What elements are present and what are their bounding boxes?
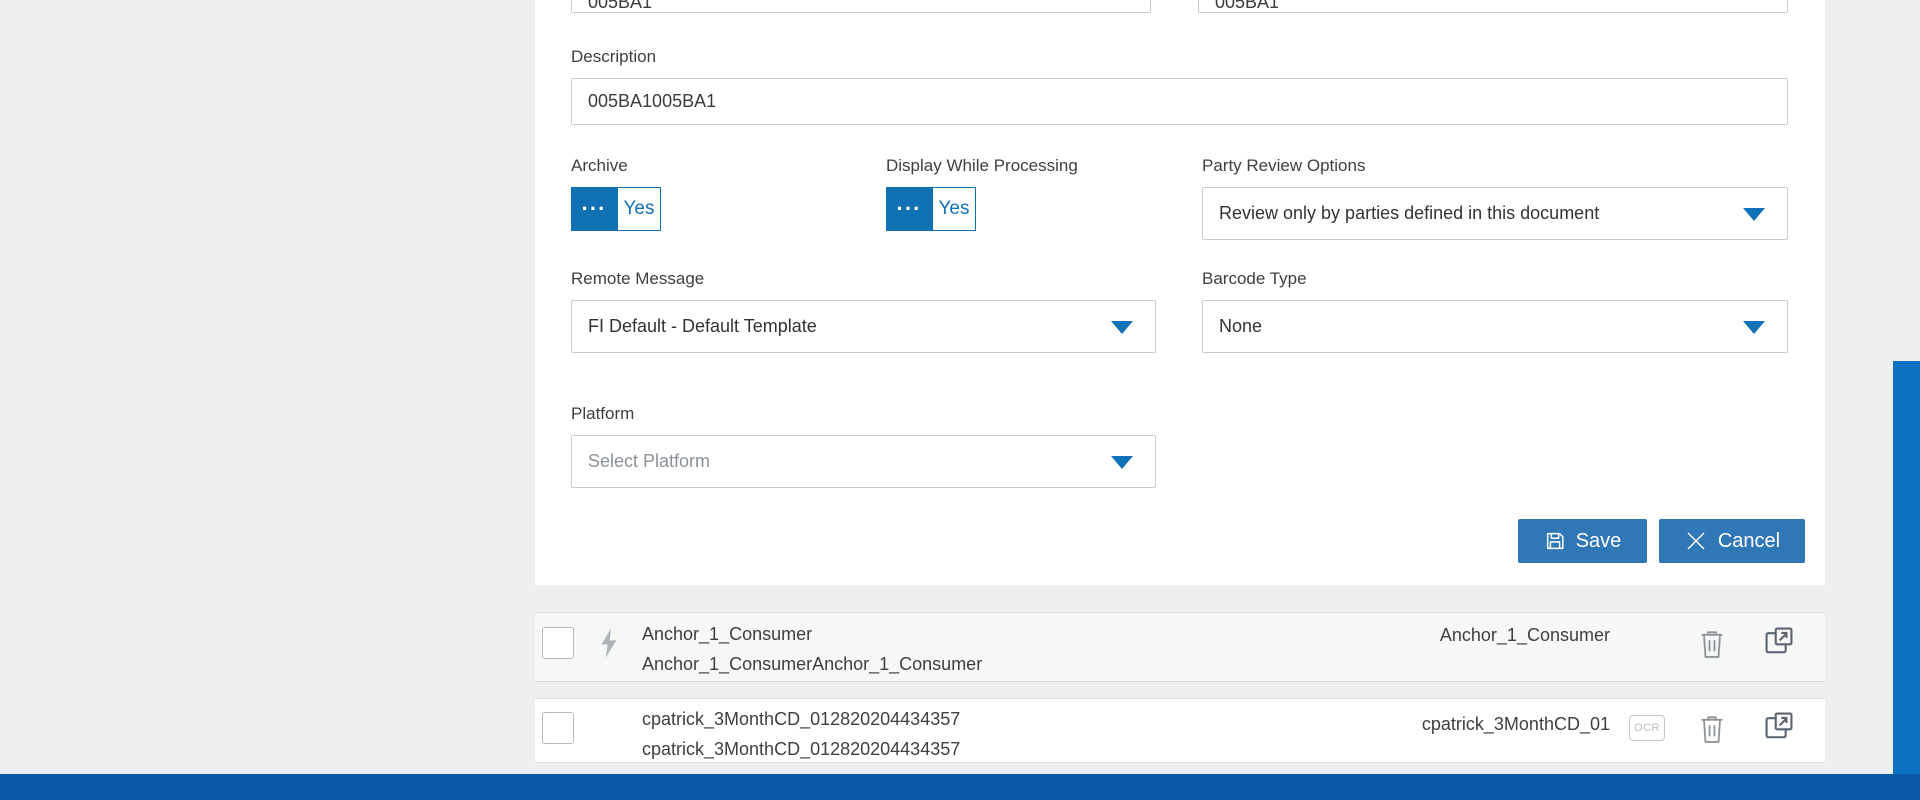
save-button-label: Save bbox=[1575, 529, 1622, 552]
description-input[interactable]: 005BA1005BA1 bbox=[571, 78, 1788, 125]
party-review-options-label: Party Review Options bbox=[1202, 156, 1366, 175]
remote-message-value: FI Default - Default Template bbox=[588, 316, 817, 336]
lightning-icon bbox=[601, 628, 617, 658]
description-input-value: 005BA1005BA1 bbox=[588, 91, 717, 111]
display-while-processing-label: Display While Processing bbox=[886, 156, 1078, 175]
display-name-input[interactable]: 005BA1 bbox=[1198, 0, 1788, 13]
chevron-down-icon bbox=[1743, 207, 1765, 221]
name-input-value: 005BA1 bbox=[588, 0, 653, 12]
save-button[interactable]: Save bbox=[1518, 519, 1647, 563]
barcode-type-value: None bbox=[1219, 316, 1263, 336]
ellipsis-icon: ··· bbox=[571, 187, 617, 231]
table-row: Anchor_1_Consumer Anchor_1_ConsumerAncho… bbox=[535, 612, 1825, 682]
table-row: cpatrick_3MonthCD_012820204434357 cpatri… bbox=[535, 698, 1825, 763]
barcode-type-dropdown[interactable]: None bbox=[1202, 300, 1788, 353]
document-right-name: cpatrick_3MonthCD_01 bbox=[1421, 714, 1610, 734]
chevron-down-icon bbox=[1111, 455, 1133, 469]
platform-dropdown[interactable]: Select Platform bbox=[571, 435, 1156, 488]
document-subname: cpatrick_3MonthCD_012820204434357 bbox=[642, 739, 961, 759]
display-name-input-value: 005BA1 bbox=[1215, 0, 1280, 12]
remote-message-dropdown[interactable]: FI Default - Default Template bbox=[571, 300, 1156, 353]
archive-label: Archive bbox=[571, 156, 628, 175]
ocr-icon: OCR bbox=[1629, 715, 1665, 741]
document-subname: Anchor_1_ConsumerAnchor_1_Consumer bbox=[642, 654, 983, 674]
barcode-type-label: Barcode Type bbox=[1202, 269, 1307, 288]
close-icon bbox=[1687, 532, 1705, 550]
right-accent-strip bbox=[1893, 361, 1920, 774]
party-review-options-value: Review only by parties defined in this d… bbox=[1219, 203, 1600, 223]
save-icon bbox=[1546, 532, 1564, 550]
trash-icon[interactable] bbox=[1697, 628, 1727, 663]
document-name: Anchor_1_Consumer bbox=[642, 624, 813, 644]
open-document-icon[interactable] bbox=[1762, 709, 1796, 746]
ellipsis-icon: ··· bbox=[886, 187, 932, 231]
description-label: Description bbox=[571, 47, 657, 66]
display-while-processing-toggle[interactable]: ··· Yes bbox=[886, 187, 976, 231]
platform-label: Platform bbox=[571, 404, 635, 423]
chevron-down-icon bbox=[1743, 320, 1765, 334]
cancel-button[interactable]: Cancel bbox=[1659, 519, 1805, 563]
display-while-processing-toggle-value: Yes bbox=[932, 187, 976, 231]
document-right-name: Anchor_1_Consumer bbox=[1439, 625, 1610, 645]
row-checkbox[interactable] bbox=[542, 712, 574, 744]
party-review-options-dropdown[interactable]: Review only by parties defined in this d… bbox=[1202, 187, 1788, 240]
archive-toggle[interactable]: ··· Yes bbox=[571, 187, 661, 231]
footer-bar bbox=[0, 774, 1920, 800]
document-name: cpatrick_3MonthCD_012820204434357 bbox=[642, 709, 961, 729]
trash-icon[interactable] bbox=[1697, 713, 1727, 748]
archive-toggle-value: Yes bbox=[617, 187, 661, 231]
page: 005BA1 005BA1 Description 005BA1005BA1 A… bbox=[0, 0, 1920, 800]
chevron-down-icon bbox=[1111, 320, 1133, 334]
platform-placeholder: Select Platform bbox=[588, 451, 711, 471]
row-checkbox[interactable] bbox=[542, 627, 574, 659]
open-document-icon[interactable] bbox=[1762, 624, 1796, 661]
remote-message-label: Remote Message bbox=[571, 269, 705, 288]
cancel-button-label: Cancel bbox=[1717, 529, 1781, 552]
name-input[interactable]: 005BA1 bbox=[571, 0, 1151, 13]
